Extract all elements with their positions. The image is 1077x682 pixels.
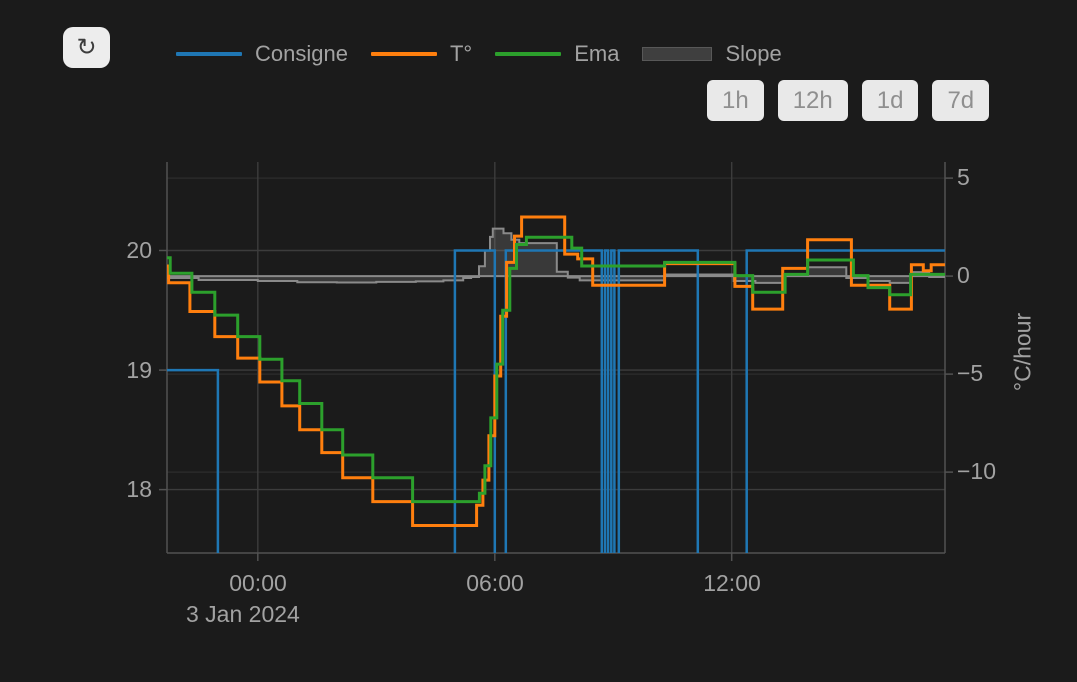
right-axis-tick-0: 0 <box>957 262 970 289</box>
x-axis-tick-0600: 06:00 <box>435 570 555 597</box>
right-axis-tick-m5: −5 <box>957 360 983 387</box>
right-axis-tick-m10: −10 <box>957 458 996 485</box>
right-axis-title: °C/hour <box>1010 313 1037 391</box>
x-axis-date-label: 3 Jan 2024 <box>186 601 300 628</box>
right-axis-tick-5: 5 <box>957 164 970 191</box>
left-axis-tick-20: 20 <box>92 237 152 264</box>
x-axis-tick-1200: 12:00 <box>672 570 792 597</box>
left-axis-tick-19: 19 <box>92 357 152 384</box>
gridlines <box>167 162 945 553</box>
axes <box>159 162 953 561</box>
left-axis-tick-18: 18 <box>92 476 152 503</box>
x-axis-tick-0000: 00:00 <box>198 570 318 597</box>
dashboard: ↻ Consigne T° Ema Slope 1h 12h 1d 7d 20 … <box>0 0 1077 682</box>
